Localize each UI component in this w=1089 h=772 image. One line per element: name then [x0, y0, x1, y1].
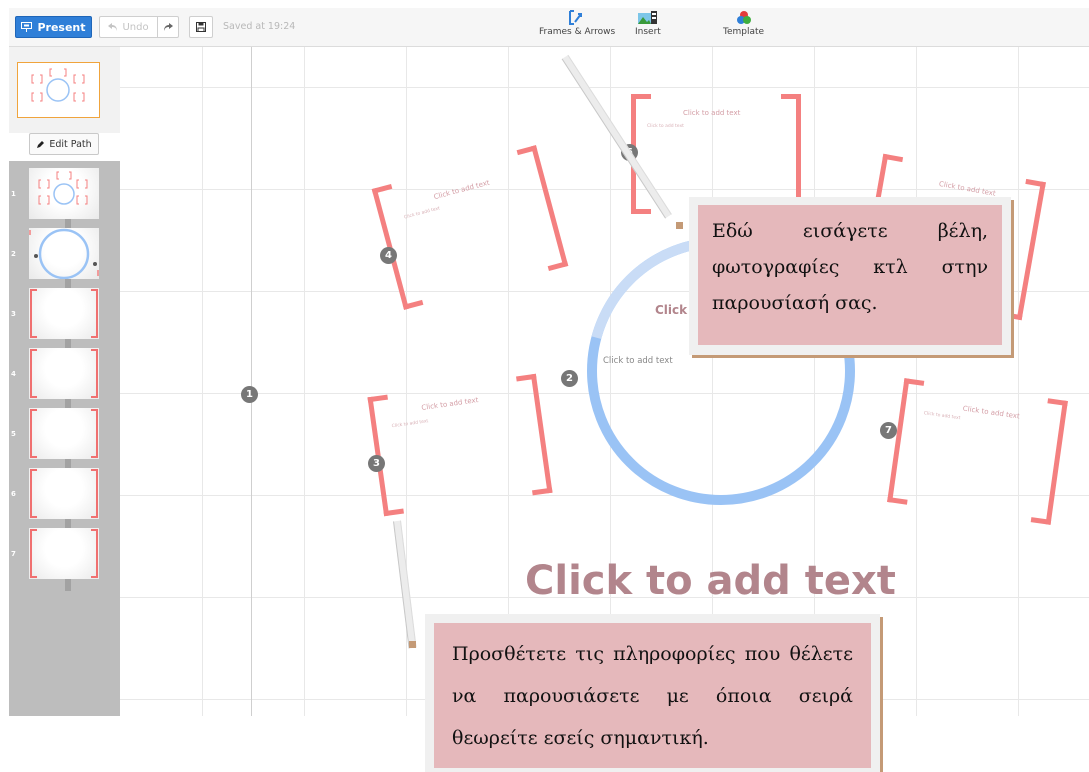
circle-title-text[interactable]: Click — [655, 303, 687, 317]
template-label: Template — [723, 27, 765, 37]
insert-image-icon — [637, 11, 657, 24]
undo-redo-group: Undo — [99, 16, 179, 38]
bracket-frame-3[interactable]: Click to add text Click to add text — [367, 373, 553, 517]
prezi-editor: Present Undo Saved at 19:24 Frames & Arr… — [9, 8, 1089, 716]
frame-5-body[interactable]: Click to add text — [647, 124, 684, 129]
present-button[interactable]: Present — [15, 16, 92, 38]
slide-thumbnail-3[interactable] — [29, 288, 99, 339]
canvas-axis-line — [251, 47, 252, 716]
redo-button[interactable] — [158, 17, 178, 37]
frame-6-title[interactable]: Click to add text — [938, 180, 996, 198]
insert-label: Insert — [635, 27, 661, 37]
save-icon — [196, 22, 206, 32]
frame-7-title[interactable]: Click to add text — [962, 405, 1020, 421]
circle-body-text[interactable]: Click to add text — [603, 356, 673, 366]
path-marker-2[interactable]: 2 — [561, 370, 578, 387]
bracket-right — [516, 373, 553, 496]
slide-number-4: 4 — [11, 370, 16, 378]
slide-thumbnail-5[interactable] — [29, 408, 99, 459]
overview-panel — [9, 47, 120, 133]
overview-thumbnail[interactable] — [17, 62, 100, 118]
edit-path-button[interactable]: Edit Path — [29, 133, 99, 155]
insert-tool[interactable]: Insert — [635, 10, 661, 37]
present-label: Present — [37, 20, 86, 34]
frame-7-body[interactable]: Click to add text — [923, 411, 960, 421]
slide-thumbnail-1[interactable] — [29, 168, 99, 219]
callout-bottom-pointer-tip — [409, 641, 416, 648]
frames-arrows-icon — [569, 10, 583, 25]
present-icon — [21, 22, 33, 32]
undo-button[interactable]: Undo — [100, 17, 158, 37]
frame-3-title[interactable]: Click to add text — [421, 396, 479, 412]
save-button[interactable] — [189, 16, 213, 38]
path-marker-4[interactable]: 4 — [380, 247, 397, 264]
undo-label: Undo — [122, 21, 149, 33]
frames-arrows-tool[interactable]: Frames & Arrows — [539, 10, 615, 37]
slide-thumbnail-6[interactable] — [29, 468, 99, 519]
top-toolbar: Present Undo Saved at 19:24 Frames & Arr… — [9, 8, 1089, 47]
frames-arrows-label: Frames & Arrows — [539, 27, 616, 37]
bracket-left — [371, 183, 424, 310]
slide-thumbnail-4[interactable] — [29, 348, 99, 399]
callout-top-text: Εδώ εισάγετε βέλη, φωτογραφίες κτλ στην … — [698, 205, 1002, 345]
callout-top: Εδώ εισάγετε βέλη, φωτογραφίες κτλ στην … — [689, 197, 1011, 355]
bracket-right — [781, 94, 801, 214]
frame-4-title[interactable]: Click to add text — [433, 179, 490, 202]
path-marker-1[interactable]: 1 — [241, 386, 258, 403]
slide-number-5: 5 — [11, 430, 16, 438]
slide-list: 1 2 3 4 5 6 7 — [9, 161, 120, 716]
undo-icon — [108, 23, 118, 31]
path-marker-3[interactable]: 3 — [368, 455, 385, 472]
slide-thumbnail-2[interactable] — [29, 228, 99, 280]
redo-icon — [164, 23, 173, 31]
slide-number-7: 7 — [11, 550, 16, 558]
template-icon — [736, 11, 751, 24]
callout-bottom: Προσθέτετε τις πληροφορίες που θέλετε να… — [425, 614, 880, 772]
slide-number-2: 2 — [11, 250, 16, 258]
slide-thumbnail-7[interactable] — [29, 528, 99, 579]
bracket-frame-4[interactable]: Click to add text Click to add text — [371, 145, 569, 310]
saved-status: Saved at 19:24 — [223, 21, 296, 32]
callout-top-pointer-tip — [676, 222, 683, 229]
frame-5-title[interactable]: Click to add text — [683, 109, 740, 117]
slide-number-1: 1 — [11, 190, 16, 198]
main-title-placeholder[interactable]: Click to add text — [525, 558, 896, 604]
edit-path-label: Edit Path — [49, 138, 92, 150]
callout-bottom-text: Προσθέτετε τις πληροφορίες που θέλετε να… — [434, 623, 871, 768]
frame-3-body[interactable]: Click to add text — [391, 419, 428, 429]
template-tool[interactable]: Template — [723, 10, 764, 37]
bracket-right — [516, 145, 569, 272]
slide-number-6: 6 — [11, 490, 16, 498]
bracket-left — [887, 378, 925, 505]
frame-4-body[interactable]: Click to add text — [404, 206, 441, 220]
pencil-icon — [37, 140, 45, 148]
slide-number-3: 3 — [11, 310, 16, 318]
bracket-frame-7[interactable]: Click to add text Click to add text — [887, 378, 1068, 525]
path-marker-7[interactable]: 7 — [880, 422, 897, 439]
bracket-right — [1030, 398, 1068, 525]
